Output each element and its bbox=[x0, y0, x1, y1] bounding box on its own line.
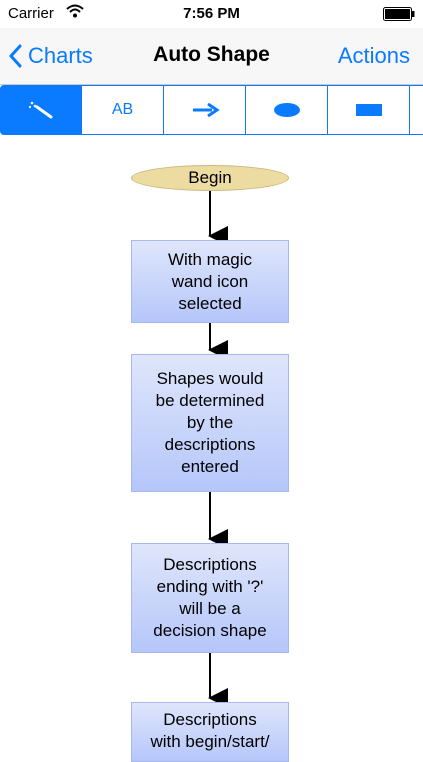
step3-line: ending with '?' bbox=[156, 577, 264, 596]
shape-toolbar: AB bbox=[0, 85, 423, 137]
step1-line: wand icon bbox=[171, 271, 249, 291]
tool-arrow[interactable] bbox=[163, 85, 246, 135]
step2-line: entered bbox=[181, 457, 239, 476]
step4-shape[interactable]: Descriptions with begin/start/ bbox=[131, 702, 289, 762]
tool-text-label: AB bbox=[111, 101, 134, 118]
step4-line: Descriptions bbox=[163, 710, 257, 729]
tool-text[interactable]: AB bbox=[81, 85, 164, 135]
step2-shape[interactable]: Shapes would be determined by the descri… bbox=[131, 354, 289, 492]
step1-shape[interactable]: With magic wand icon selected bbox=[131, 240, 289, 323]
tool-ellipse[interactable] bbox=[245, 85, 328, 135]
tool-magic-wand[interactable] bbox=[0, 85, 82, 135]
magic-wand-icon bbox=[28, 101, 53, 119]
ellipse-icon bbox=[273, 103, 300, 117]
step2-line: descriptions bbox=[164, 435, 256, 454]
step3-shape[interactable]: Descriptions ending with '?' will be a d… bbox=[131, 543, 289, 653]
tool-more[interactable] bbox=[409, 85, 423, 135]
begin-label: Begin bbox=[188, 168, 232, 187]
step2-line: by the bbox=[186, 413, 234, 432]
step1-line: With magic bbox=[167, 249, 253, 269]
tool-rectangle[interactable] bbox=[327, 85, 410, 135]
status-time: 7:56 PM bbox=[183, 5, 240, 22]
rectangle-icon bbox=[355, 104, 382, 116]
step1-line: selected bbox=[178, 293, 242, 313]
step3-line: decision shape bbox=[153, 621, 267, 640]
step2-line: Shapes would bbox=[156, 369, 264, 388]
begin-shape[interactable]: Begin bbox=[131, 165, 289, 191]
step2-line: be determined bbox=[155, 391, 265, 410]
nav-bar: Charts Auto Shape Actions bbox=[0, 28, 423, 85]
step3-line: Descriptions bbox=[163, 555, 257, 574]
arrow-right-icon bbox=[192, 102, 220, 118]
status-bar: Carrier 7:56 PM bbox=[0, 0, 423, 28]
step3-line: will be a bbox=[179, 599, 241, 618]
actions-button[interactable]: Actions bbox=[338, 43, 410, 69]
flowchart-canvas[interactable]: Begin With magic wand icon selected Shap… bbox=[0, 137, 423, 762]
battery-icon bbox=[383, 7, 415, 25]
